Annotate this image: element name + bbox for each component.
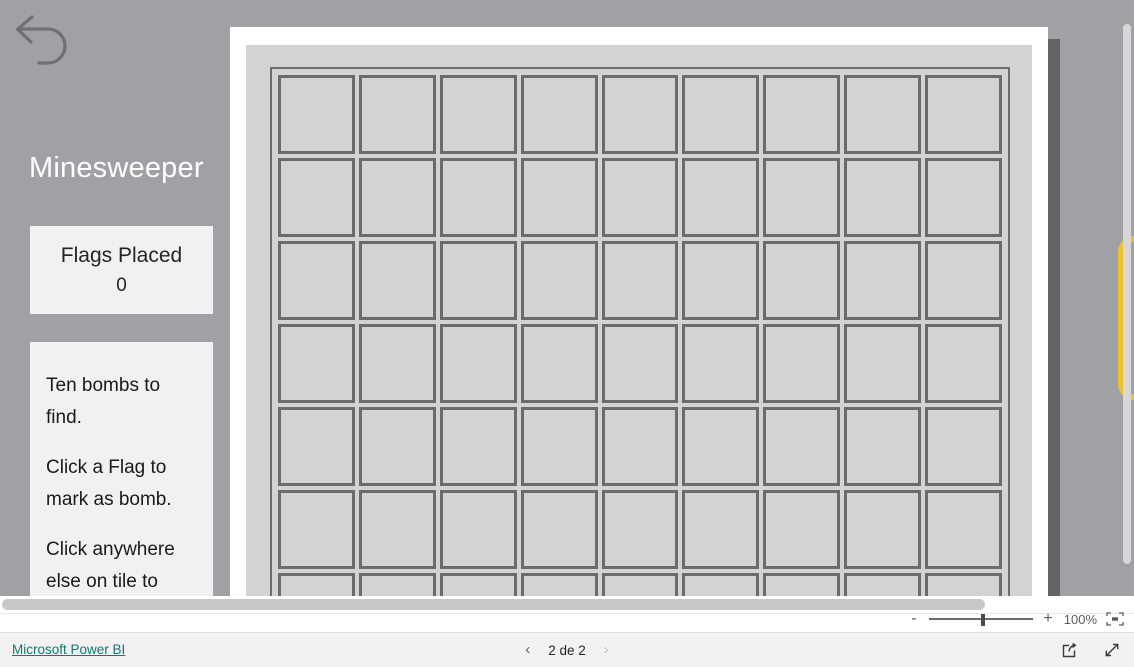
minesweeper-tile[interactable] — [358, 75, 436, 154]
minesweeper-tile[interactable] — [520, 324, 598, 403]
minesweeper-tile[interactable] — [763, 241, 841, 320]
minesweeper-tile[interactable] — [682, 241, 760, 320]
fullscreen-icon[interactable] — [1102, 640, 1122, 660]
minesweeper-tile[interactable] — [278, 573, 355, 596]
minesweeper-tile[interactable] — [520, 75, 598, 154]
back-arrow-icon[interactable] — [8, 6, 74, 72]
minesweeper-tile[interactable] — [844, 407, 922, 486]
powerbi-brand-link[interactable]: Microsoft Power BI — [12, 642, 125, 657]
minesweeper-tile[interactable] — [844, 490, 922, 569]
minesweeper-board-card — [230, 27, 1048, 596]
minesweeper-tile[interactable] — [439, 490, 517, 569]
minesweeper-tile[interactable] — [358, 241, 436, 320]
fit-to-page-icon[interactable] — [1106, 612, 1124, 626]
minesweeper-tile[interactable] — [439, 158, 517, 237]
minesweeper-tile[interactable] — [278, 158, 355, 237]
page-title: Minesweeper — [29, 152, 204, 184]
board-inner-surface — [246, 45, 1032, 596]
minesweeper-tile[interactable] — [520, 407, 598, 486]
instruction-line: Click a Flag to mark as bomb. — [46, 457, 172, 510]
instructions-card: Ten bombs to find. Click a Flag to mark … — [30, 342, 213, 596]
minesweeper-tile[interactable] — [601, 158, 679, 237]
minesweeper-tile[interactable] — [601, 324, 679, 403]
minesweeper-tile[interactable] — [439, 407, 517, 486]
flags-placed-value: 0 — [116, 275, 127, 296]
zoom-slider[interactable] — [929, 611, 1033, 627]
minesweeper-tile[interactable] — [925, 324, 1002, 403]
minesweeper-tile[interactable] — [520, 241, 598, 320]
minesweeper-tile[interactable] — [358, 407, 436, 486]
minesweeper-tile[interactable] — [358, 158, 436, 237]
flags-placed-label: Flags Placed — [60, 244, 183, 267]
minesweeper-tile[interactable] — [682, 75, 760, 154]
minesweeper-tile[interactable] — [925, 407, 1002, 486]
minesweeper-tile[interactable] — [925, 75, 1002, 154]
minesweeper-tile[interactable] — [682, 407, 760, 486]
minesweeper-tile[interactable] — [682, 158, 760, 237]
minesweeper-tile[interactable] — [439, 573, 517, 596]
minesweeper-tile[interactable] — [763, 158, 841, 237]
minesweeper-tile[interactable] — [358, 573, 436, 596]
zoom-controls: - + 100% — [908, 606, 1124, 632]
minesweeper-tile[interactable] — [844, 324, 922, 403]
status-bar-actions — [1060, 640, 1122, 660]
minesweeper-tile[interactable] — [925, 158, 1002, 237]
flags-placed-card: Flags Placed 0 — [30, 226, 213, 314]
chevron-right-icon[interactable]: › — [604, 642, 609, 658]
minesweeper-tile[interactable] — [763, 573, 841, 596]
minesweeper-tile[interactable] — [278, 490, 355, 569]
vertical-scrollbar[interactable] — [1123, 24, 1131, 564]
minesweeper-tile[interactable] — [439, 75, 517, 154]
share-icon[interactable] — [1060, 640, 1080, 660]
status-bar: Microsoft Power BI ‹ 2 de 2 › — [0, 632, 1134, 667]
horizontal-scrollbar-thumb[interactable] — [2, 599, 985, 610]
minesweeper-tile[interactable] — [520, 490, 598, 569]
zoom-slider-thumb[interactable] — [981, 614, 985, 626]
minesweeper-tile[interactable] — [439, 241, 517, 320]
zoom-percent-label: 100% — [1063, 611, 1097, 627]
minesweeper-tile[interactable] — [682, 324, 760, 403]
minesweeper-tile[interactable] — [601, 407, 679, 486]
chevron-left-icon[interactable]: ‹ — [525, 642, 530, 658]
minesweeper-tile[interactable] — [358, 490, 436, 569]
minesweeper-tile[interactable] — [358, 324, 436, 403]
minesweeper-tile[interactable] — [278, 241, 355, 320]
minesweeper-tile[interactable] — [763, 324, 841, 403]
minesweeper-tile[interactable] — [682, 573, 760, 596]
minesweeper-tile[interactable] — [520, 573, 598, 596]
minesweeper-tile[interactable] — [278, 324, 355, 403]
zoom-out-button[interactable]: - — [908, 611, 920, 627]
report-viewer: Minesweeper Flags Placed 0 Ten bombs to … — [0, 0, 1134, 667]
minesweeper-tile[interactable] — [601, 573, 679, 596]
minesweeper-tile[interactable] — [925, 490, 1002, 569]
minesweeper-tile[interactable] — [278, 75, 355, 154]
minesweeper-tile[interactable] — [601, 241, 679, 320]
minesweeper-grid — [278, 75, 1002, 596]
minesweeper-tile[interactable] — [844, 573, 922, 596]
minesweeper-tile[interactable] — [278, 407, 355, 486]
zoom-in-button[interactable]: + — [1042, 611, 1054, 627]
minesweeper-tile[interactable] — [844, 158, 922, 237]
minesweeper-tile[interactable] — [439, 324, 517, 403]
minesweeper-tile[interactable] — [520, 158, 598, 237]
minesweeper-tile[interactable] — [763, 490, 841, 569]
minesweeper-tile[interactable] — [844, 241, 922, 320]
instruction-line: Ten bombs to find. — [46, 375, 161, 428]
minesweeper-tile[interactable] — [925, 241, 1002, 320]
minesweeper-tile[interactable] — [682, 490, 760, 569]
minesweeper-tile[interactable] — [763, 407, 841, 486]
page-indicator-label: 2 de 2 — [548, 642, 586, 658]
minesweeper-tile[interactable] — [763, 75, 841, 154]
minesweeper-tile[interactable] — [601, 490, 679, 569]
report-canvas: Minesweeper Flags Placed 0 Ten bombs to … — [0, 0, 1134, 596]
minesweeper-tile[interactable] — [925, 573, 1002, 596]
board-frame — [270, 67, 1010, 596]
minesweeper-tile[interactable] — [601, 75, 679, 154]
instruction-line: Click anywhere else on tile to — [46, 539, 175, 592]
page-navigator: ‹ 2 de 2 › — [525, 642, 609, 658]
minesweeper-tile[interactable] — [844, 75, 922, 154]
